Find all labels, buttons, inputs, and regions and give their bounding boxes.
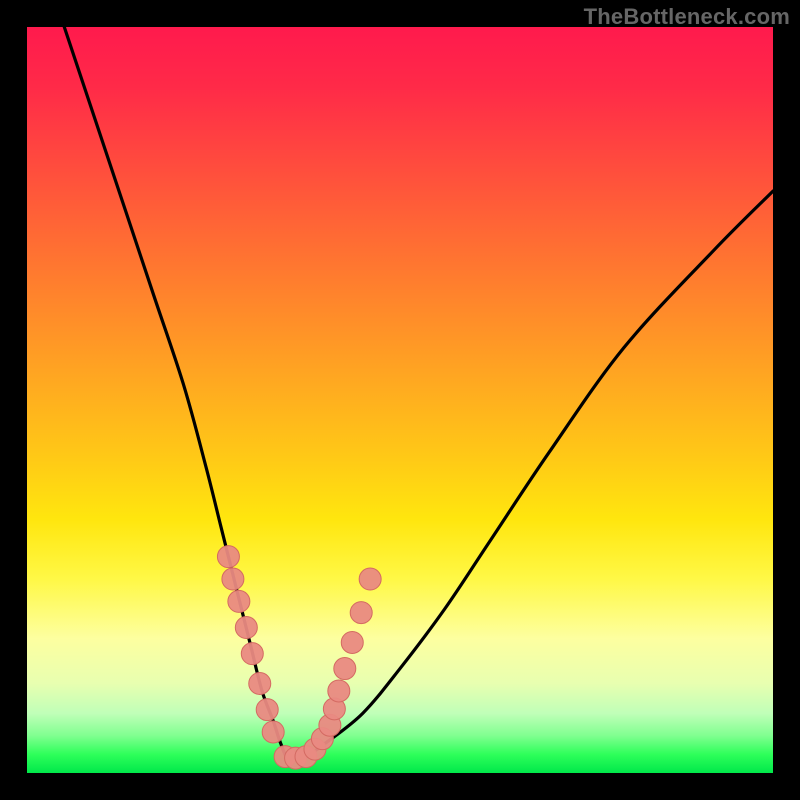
highlight-point xyxy=(241,643,263,665)
highlight-point xyxy=(341,631,363,653)
highlight-point xyxy=(262,721,284,743)
chart-frame: TheBottleneck.com xyxy=(0,0,800,800)
highlight-point xyxy=(217,546,239,568)
highlight-point xyxy=(249,672,271,694)
highlight-point xyxy=(350,602,372,624)
watermark-text: TheBottleneck.com xyxy=(584,4,790,30)
curve-layer xyxy=(64,27,773,760)
highlight-point xyxy=(228,590,250,612)
highlight-point xyxy=(334,658,356,680)
plot-area xyxy=(27,27,773,773)
bottleneck-curve xyxy=(64,27,773,760)
highlight-point xyxy=(359,568,381,590)
chart-svg xyxy=(27,27,773,773)
marker-layer xyxy=(217,546,381,769)
highlight-point xyxy=(235,617,257,639)
highlight-point xyxy=(328,680,350,702)
highlight-point xyxy=(256,699,278,721)
highlight-point xyxy=(222,568,244,590)
